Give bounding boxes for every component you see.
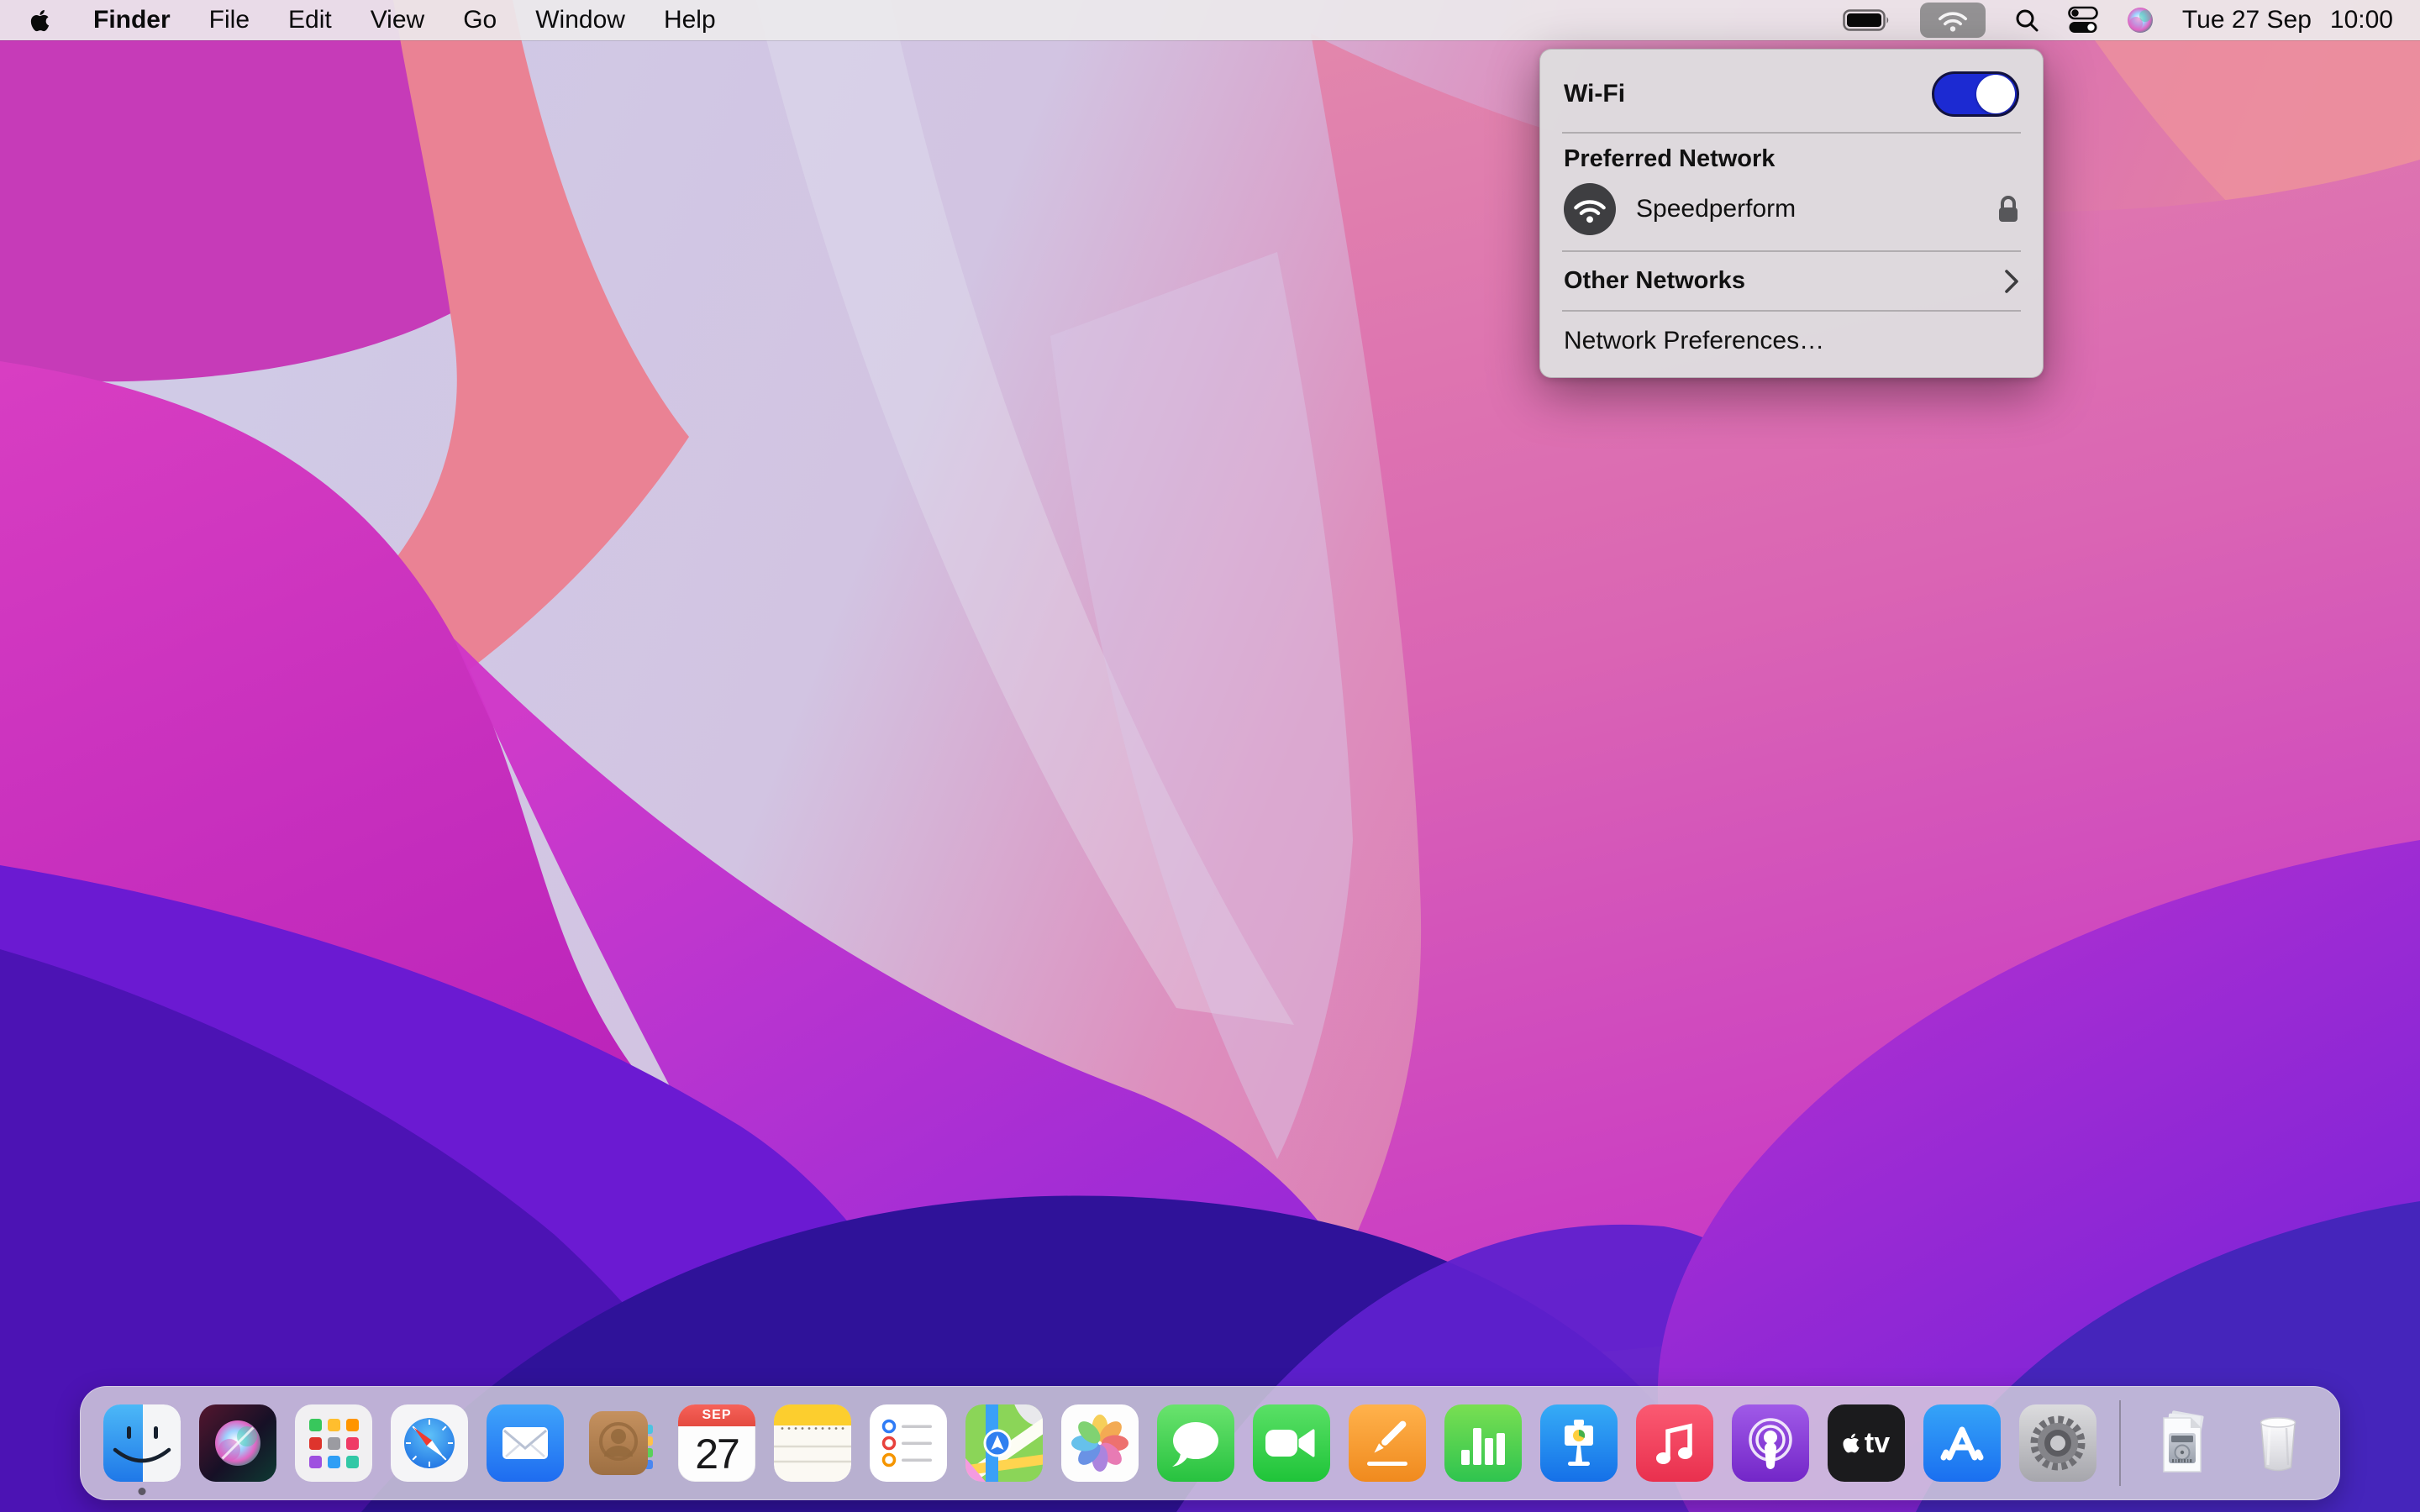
dock-item-music[interactable] xyxy=(1636,1404,1713,1482)
dock-item-launchpad[interactable] xyxy=(295,1404,372,1482)
separator xyxy=(1562,250,2021,252)
control-center-button[interactable] xyxy=(2068,0,2098,40)
menu-bar: Finder File Edit View Go Window Help Tue… xyxy=(0,0,2420,40)
siri-button[interactable] xyxy=(2127,0,2154,40)
other-networks-item[interactable]: Other Networks xyxy=(1540,255,2043,307)
reminders-icon xyxy=(870,1404,947,1482)
finder-icon xyxy=(103,1404,181,1482)
menu-item-window[interactable]: Window xyxy=(535,0,625,40)
wifi-menu-panel: Wi-Fi Preferred Network Speedperform Oth… xyxy=(1539,49,2044,378)
dock-item-reminders[interactable] xyxy=(870,1404,947,1482)
dock-item-contacts[interactable] xyxy=(582,1404,660,1482)
dock-item-podcasts[interactable] xyxy=(1732,1404,1809,1482)
wifi-circle-icon xyxy=(1564,183,1616,235)
dock-item-trash[interactable] xyxy=(2239,1404,2317,1482)
dock-item-maps[interactable] xyxy=(965,1404,1043,1482)
dock-item-facetime[interactable] xyxy=(1253,1404,1330,1482)
notes-icon xyxy=(774,1404,851,1482)
dock-item-mail[interactable] xyxy=(487,1404,564,1482)
mail-icon xyxy=(487,1404,564,1482)
wallpaper-image xyxy=(0,0,2420,1512)
running-indicator xyxy=(138,1488,146,1495)
music-icon xyxy=(1636,1404,1713,1482)
battery-icon xyxy=(1843,9,1889,31)
dock-item-documents-stack[interactable] xyxy=(2144,1404,2221,1482)
network-preferences-label: Network Preferences… xyxy=(1564,327,1825,354)
siri-app-icon xyxy=(199,1404,276,1482)
messages-icon xyxy=(1157,1404,1234,1482)
separator xyxy=(1562,132,2021,134)
system-preferences-icon xyxy=(2019,1404,2096,1482)
dock-item-messages[interactable] xyxy=(1157,1404,1234,1482)
calendar-day-label: 27 xyxy=(695,1431,740,1478)
apple-icon xyxy=(1843,1433,1860,1453)
dock-item-siri[interactable] xyxy=(199,1404,276,1482)
numbers-icon xyxy=(1444,1404,1522,1482)
dock-item-numbers[interactable] xyxy=(1444,1404,1522,1482)
documents-stack-icon xyxy=(2163,1410,2204,1473)
maps-icon xyxy=(965,1404,1043,1482)
dock-item-keynote[interactable] xyxy=(1540,1404,1618,1482)
control-center-icon xyxy=(2068,6,2098,33)
photos-icon xyxy=(1061,1404,1139,1482)
tv-label: tv xyxy=(1864,1427,1891,1459)
network-row-speedperform[interactable]: Speedperform xyxy=(1540,175,2043,247)
clock-time: 10:00 xyxy=(2329,6,2393,34)
dock-item-finder[interactable] xyxy=(103,1404,181,1495)
menu-item-finder[interactable]: Finder xyxy=(93,0,171,40)
facetime-icon xyxy=(1253,1404,1330,1482)
dock-item-tv[interactable]: tv xyxy=(1828,1404,1905,1482)
menu-item-view[interactable]: View xyxy=(371,0,424,40)
dock-item-pages[interactable] xyxy=(1349,1404,1426,1482)
network-name: Speedperform xyxy=(1636,195,1797,223)
menu-item-file[interactable]: File xyxy=(209,0,250,40)
safari-icon xyxy=(391,1404,468,1482)
clock-date: Tue 27 Sep xyxy=(2181,6,2312,34)
app-store-icon xyxy=(1923,1404,2001,1482)
other-networks-label: Other Networks xyxy=(1564,267,1745,294)
lock-icon xyxy=(1999,196,2018,222)
menu-item-go[interactable]: Go xyxy=(463,0,497,40)
dock-item-photos[interactable] xyxy=(1061,1404,1139,1482)
dock-item-app-store[interactable] xyxy=(1923,1404,2001,1482)
pages-icon xyxy=(1349,1404,1426,1482)
calendar-month-label: SEP xyxy=(678,1404,755,1426)
contacts-icon xyxy=(589,1411,653,1475)
dock-item-safari[interactable] xyxy=(391,1404,468,1482)
dock-item-calendar[interactable]: SEP 27 xyxy=(678,1404,755,1482)
siri-icon xyxy=(2127,8,2153,33)
launchpad-icon xyxy=(295,1404,372,1482)
wifi-menu-title: Wi-Fi xyxy=(1564,80,1626,108)
apple-menu[interactable] xyxy=(30,0,50,40)
menu-bar-clock[interactable]: Tue 27 Sep 10:00 xyxy=(2182,6,2393,34)
spotlight-icon xyxy=(2016,9,2039,32)
desktop: Finder File Edit View Go Window Help Tue… xyxy=(0,0,2420,1512)
podcasts-icon xyxy=(1732,1404,1809,1482)
menu-item-edit[interactable]: Edit xyxy=(288,0,332,40)
menu-item-help[interactable]: Help xyxy=(664,0,716,40)
apple-icon xyxy=(30,9,50,31)
dock-item-notes[interactable] xyxy=(774,1404,851,1482)
chevron-right-icon xyxy=(2005,269,2018,293)
preferred-network-header: Preferred Network xyxy=(1564,145,1776,172)
dock: SEP 27 tv xyxy=(80,1386,2340,1500)
wifi-status[interactable] xyxy=(1919,3,1986,38)
wifi-toggle[interactable] xyxy=(1932,71,2019,117)
dock-separator xyxy=(2119,1400,2121,1486)
separator xyxy=(1562,310,2021,312)
spotlight-button[interactable] xyxy=(2014,0,2039,40)
wifi-icon xyxy=(1938,12,1967,32)
network-preferences-item[interactable]: Network Preferences… xyxy=(1540,315,2043,370)
keynote-icon xyxy=(1540,1404,1618,1482)
dock-item-system-preferences[interactable] xyxy=(2019,1404,2096,1482)
battery-status[interactable] xyxy=(1843,0,1891,40)
wifi-toggle-knob xyxy=(1976,75,2015,113)
trash-icon xyxy=(2260,1417,2296,1472)
